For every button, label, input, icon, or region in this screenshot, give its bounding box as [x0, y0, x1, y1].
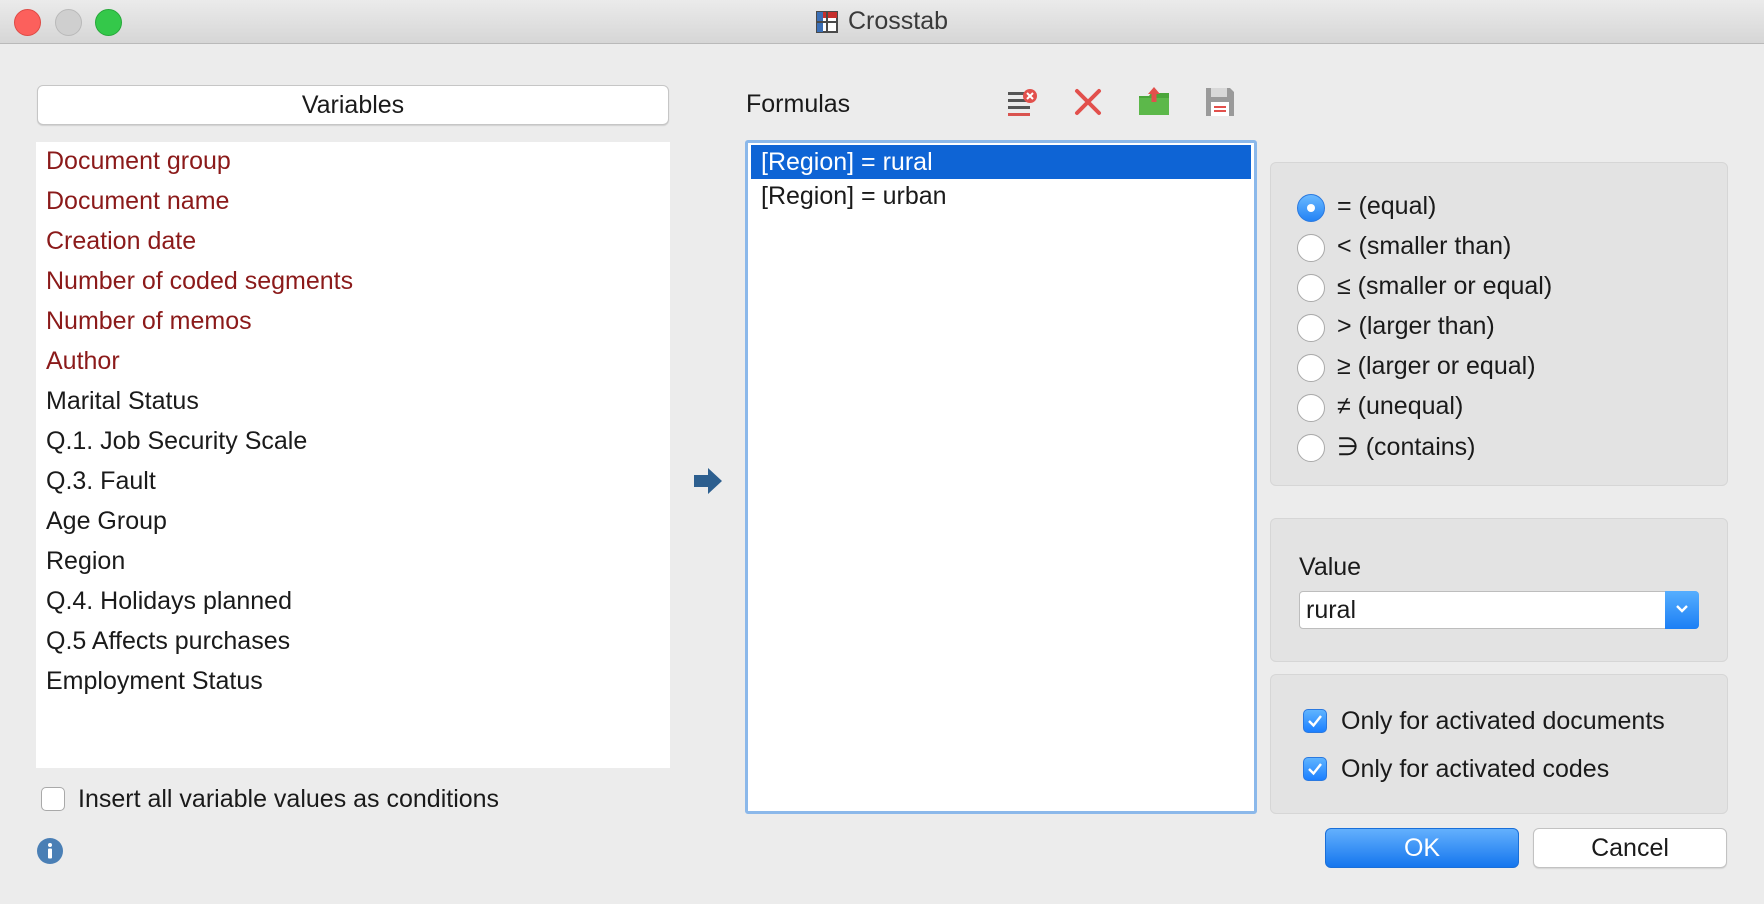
add-to-formulas-arrow-icon[interactable] — [692, 466, 724, 496]
variable-item[interactable]: Creation date — [46, 226, 196, 256]
insert-all-values-checkbox[interactable] — [41, 787, 65, 811]
options-panel: Only for activated documents Only for ac… — [1270, 674, 1728, 814]
variables-list[interactable]: Document group Document name Creation da… — [36, 142, 670, 768]
variable-item[interactable]: Region — [46, 546, 125, 576]
checkmark-icon — [1308, 763, 1322, 776]
variable-item[interactable]: Employment Status — [46, 666, 263, 696]
value-dropdown-button[interactable] — [1665, 591, 1699, 629]
operator-radio-equal[interactable] — [1297, 194, 1325, 222]
variable-item[interactable]: Document group — [46, 146, 231, 176]
operator-label[interactable]: ∋ (contains) — [1337, 432, 1476, 462]
activated-codes-label[interactable]: Only for activated codes — [1341, 755, 1609, 784]
variable-item[interactable]: Q.4. Holidays planned — [46, 586, 292, 616]
info-icon[interactable] — [36, 837, 64, 865]
operator-label[interactable]: > (larger than) — [1337, 312, 1495, 341]
formula-item[interactable]: [Region] = urban — [751, 179, 1251, 213]
operator-label[interactable]: ≠ (unequal) — [1337, 392, 1463, 421]
insert-all-values-label[interactable]: Insert all variable values as conditions — [78, 785, 499, 814]
checkmark-icon — [1308, 715, 1322, 728]
value-label: Value — [1299, 553, 1362, 581]
value-panel: Value rural — [1270, 518, 1728, 662]
operator-radio-smaller[interactable] — [1297, 234, 1325, 262]
variable-item[interactable]: Document name — [46, 186, 229, 216]
operators-panel: = (equal) < (smaller than) ≤ (smaller or… — [1270, 162, 1728, 486]
formula-item[interactable]: [Region] = rural — [751, 145, 1251, 179]
operator-radio-larger-or-equal[interactable] — [1297, 354, 1325, 382]
operator-radio-smaller-or-equal[interactable] — [1297, 274, 1325, 302]
formulas-list[interactable]: [Region] = rural [Region] = urban — [745, 140, 1257, 814]
value-combobox[interactable]: rural — [1299, 591, 1699, 629]
value-combobox-text[interactable]: rural — [1306, 592, 1356, 628]
operator-label[interactable]: = (equal) — [1337, 192, 1436, 221]
ok-button[interactable]: OK — [1325, 828, 1519, 868]
variables-column-header[interactable]: Variables — [37, 85, 669, 125]
save-icon[interactable] — [1202, 84, 1238, 120]
formulas-label: Formulas — [746, 90, 851, 118]
variable-item[interactable]: Q.3. Fault — [46, 466, 156, 496]
load-icon[interactable] — [1136, 84, 1172, 120]
cancel-button[interactable]: Cancel — [1533, 828, 1727, 868]
variable-item[interactable]: Age Group — [46, 506, 167, 536]
operator-label[interactable]: ≤ (smaller or equal) — [1337, 272, 1552, 301]
variable-item[interactable]: Number of coded segments — [46, 266, 353, 296]
delete-icon[interactable] — [1070, 84, 1106, 120]
variable-item[interactable]: Marital Status — [46, 386, 199, 416]
variable-item[interactable]: Q.1. Job Security Scale — [46, 426, 307, 456]
window-title: Crosstab — [847, 7, 949, 35]
title-bar: Crosstab — [0, 0, 1764, 44]
variable-item[interactable]: Number of memos — [46, 306, 252, 336]
operator-radio-unequal[interactable] — [1297, 394, 1325, 422]
clear-list-icon[interactable] — [1003, 84, 1039, 120]
crosstab-table-icon — [815, 10, 838, 33]
activated-documents-checkbox[interactable] — [1303, 709, 1327, 733]
variable-item[interactable]: Author — [46, 346, 120, 376]
operator-label[interactable]: < (smaller than) — [1337, 232, 1511, 261]
operator-label[interactable]: ≥ (larger or equal) — [1337, 352, 1536, 381]
activated-documents-label[interactable]: Only for activated documents — [1341, 707, 1665, 736]
activated-codes-checkbox[interactable] — [1303, 757, 1327, 781]
operator-radio-contains[interactable] — [1297, 434, 1325, 462]
chevron-down-icon — [1676, 605, 1688, 613]
operator-radio-larger[interactable] — [1297, 314, 1325, 342]
variable-item[interactable]: Q.5 Affects purchases — [46, 626, 290, 656]
